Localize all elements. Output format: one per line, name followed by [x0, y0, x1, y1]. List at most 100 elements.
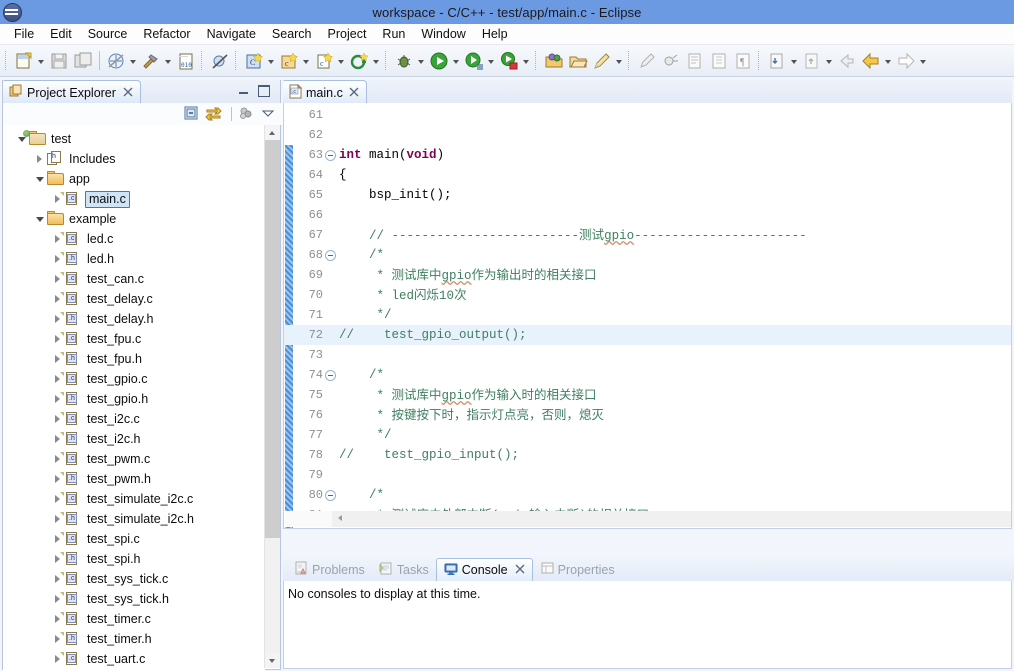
forward-icon[interactable] [895, 50, 917, 72]
tree-item-test-uart-c[interactable]: .c test_uart.c [3, 649, 265, 669]
collapse-twisty-icon[interactable] [33, 209, 47, 229]
scroll-up-arrow[interactable] [265, 125, 280, 140]
code-line-72[interactable]: 72 // test_gpio_output(); [284, 325, 1011, 345]
code-line-75[interactable]: 75 * 测试库中gpio作为输入时的相关接口 [284, 385, 1011, 405]
back-arrow[interactable] [883, 50, 894, 72]
external-tools-icon[interactable] [498, 50, 520, 72]
code-line-79[interactable]: 79 [284, 465, 1011, 485]
hammer-build-icon[interactable] [140, 50, 162, 72]
tree-item-test-sys-tick-h[interactable]: .h test_sys_tick.h [3, 589, 265, 609]
next-annotation-icon[interactable] [766, 50, 788, 72]
tab-console[interactable]: Console [435, 557, 533, 582]
fold-collapse-icon[interactable] [325, 150, 336, 161]
code-line-77[interactable]: 77 */ [284, 425, 1011, 445]
forward-arrow[interactable] [918, 50, 929, 72]
new-source-file-arrow[interactable] [336, 50, 347, 72]
new-source-file-icon[interactable]: c [313, 50, 335, 72]
code-line-65[interactable]: 65 bsp_init(); [284, 185, 1011, 205]
expand-twisty-icon[interactable] [33, 149, 47, 169]
save-all-icon[interactable] [72, 50, 94, 72]
code-line-78[interactable]: 78 // test_gpio_input(); [284, 445, 1011, 465]
tab-tasks[interactable]: Tasks [372, 558, 436, 581]
build-dropdown-arrow[interactable] [128, 50, 139, 72]
tree-item-led-c[interactable]: .c led.c [3, 229, 265, 249]
tree-item-test-simulate-i2c-c[interactable]: .c test_simulate_i2c.c [3, 489, 265, 509]
prev-annotation-icon[interactable] [801, 50, 823, 72]
tree-item-test-delay-c[interactable]: .c test_delay.c [3, 289, 265, 309]
close-icon[interactable] [515, 563, 525, 577]
pencil-arrow[interactable] [614, 50, 625, 72]
tree-item-test-gpio-c[interactable]: .c test_gpio.c [3, 369, 265, 389]
tree-item-test[interactable]: test [3, 129, 265, 149]
code-line-62[interactable]: 62 [284, 125, 1011, 145]
tree-item-test-pwm-c[interactable]: .c test_pwm.c [3, 449, 265, 469]
code-line-61[interactable]: 61 [284, 105, 1011, 125]
tab-problems[interactable]: Problems [287, 558, 372, 581]
skip-breakpoints-icon[interactable] [209, 50, 231, 72]
menu-item-run[interactable]: Run [374, 26, 413, 42]
search-refs-icon[interactable] [660, 50, 682, 72]
code-line-66[interactable]: 66 [284, 205, 1011, 225]
new-class-arrow[interactable] [301, 50, 312, 72]
console-body[interactable]: No consoles to display at this time. [283, 581, 1012, 669]
code-line-67[interactable]: 67 // -------------------------测试gpio---… [284, 225, 1011, 245]
menu-item-help[interactable]: Help [474, 26, 516, 42]
tree-item-test-fpu-c[interactable]: .c test_fpu.c [3, 329, 265, 349]
fold-collapse-icon[interactable] [325, 370, 336, 381]
close-icon[interactable] [123, 86, 133, 100]
code-line-69[interactable]: 69 * 测试库中gpio作为输出时的相关接口 [284, 265, 1011, 285]
toggle-block-icon[interactable] [684, 50, 706, 72]
back-small-icon[interactable] [836, 50, 858, 72]
binary-file-icon[interactable]: 010 [175, 50, 197, 72]
tree-item-test-sys-tick-c[interactable]: .c test_sys_tick.c [3, 569, 265, 589]
minimize-icon[interactable] [237, 84, 250, 97]
close-icon[interactable] [349, 86, 359, 100]
menu-item-refactor[interactable]: Refactor [135, 26, 198, 42]
save-icon[interactable] [48, 50, 70, 72]
open-element-icon[interactable] [348, 50, 370, 72]
tree-item-main-c[interactable]: .c main.c [3, 189, 265, 209]
run-last-arrow[interactable] [486, 50, 497, 72]
fold-collapse-icon[interactable] [325, 250, 336, 261]
tree-item-test-simulate-i2c-h[interactable]: .h test_simulate_i2c.h [3, 509, 265, 529]
code-line-74[interactable]: 74 /* [284, 365, 1011, 385]
tree-item-test-spi-c[interactable]: .c test_spi.c [3, 529, 265, 549]
scroll-left-arrow[interactable] [332, 511, 348, 527]
new-c-project-arrow[interactable] [266, 50, 277, 72]
menu-item-edit[interactable]: Edit [42, 26, 80, 42]
tree-item-test-i2c-h[interactable]: .h test_i2c.h [3, 429, 265, 449]
hammer-dropdown-arrow[interactable] [163, 50, 174, 72]
new-dropdown-arrow[interactable] [36, 50, 47, 72]
menu-item-navigate[interactable]: Navigate [199, 26, 264, 42]
paragraph-icon[interactable]: ¶ [732, 50, 754, 72]
tree-item-app[interactable]: app [3, 169, 265, 189]
collapse-all-icon[interactable] [183, 105, 203, 123]
code-line-73[interactable]: 73 [284, 345, 1011, 365]
run-last-icon[interactable] [463, 50, 485, 72]
code-line-76[interactable]: 76 * 按键按下时，指示灯点亮，否则，熄灭 [284, 405, 1011, 425]
tree-item-example[interactable]: example [3, 209, 265, 229]
tree-item-test-gpio-h[interactable]: .h test_gpio.h [3, 389, 265, 409]
tree-item-test-delay-h[interactable]: .h test_delay.h [3, 309, 265, 329]
open-element-arrow[interactable] [371, 50, 382, 72]
menu-item-search[interactable]: Search [264, 26, 320, 42]
code-line-68[interactable]: 68 /* [284, 245, 1011, 265]
tree-item-test-spi-h[interactable]: .h test_spi.h [3, 549, 265, 569]
project-tree[interactable]: test h Includes app .c main.c example .c led.c .h… [3, 125, 265, 671]
tree-item-led-h[interactable]: .h led.h [3, 249, 265, 269]
scroll-down-arrow[interactable] [265, 653, 280, 668]
run-arrow[interactable] [451, 50, 462, 72]
tree-item-test-timer-c[interactable]: .c test_timer.c [3, 609, 265, 629]
new-c-project-icon[interactable]: C [243, 50, 265, 72]
code-editor[interactable]: 61 62 63 int main(void) 64 {65 bsp_init(); 66 6… [283, 103, 1012, 529]
tab-properties[interactable]: Properties [533, 558, 622, 581]
back-icon[interactable] [860, 50, 882, 72]
scroll-thumb[interactable] [265, 140, 280, 538]
tree-item-test-pwm-h[interactable]: .h test_pwm.h [3, 469, 265, 489]
open-folder-icon[interactable] [567, 50, 589, 72]
pencil-icon[interactable] [591, 50, 613, 72]
link-with-editor-icon[interactable] [205, 105, 225, 123]
tree-item-test-fpu-h[interactable]: .h test_fpu.h [3, 349, 265, 369]
code-line-64[interactable]: 64 { [284, 165, 1011, 185]
new-window-icon[interactable] [543, 50, 565, 72]
